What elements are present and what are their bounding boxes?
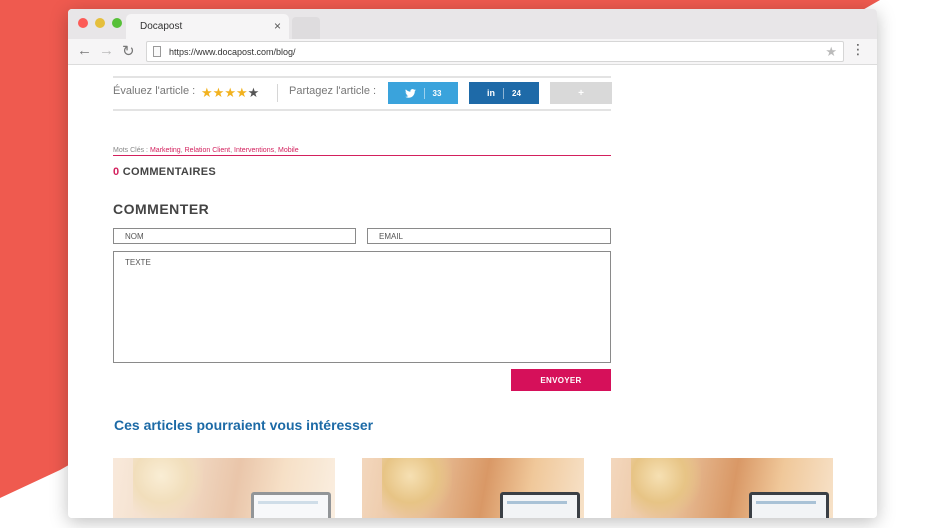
keyword-link[interactable]: Interventions	[234, 147, 274, 154]
related-article-thumbnail[interactable]	[362, 458, 584, 518]
minimize-window-button[interactable]	[95, 18, 105, 28]
keyword-link[interactable]: Relation Client	[185, 147, 231, 154]
back-arrow-icon[interactable]: ←	[77, 42, 92, 59]
photo-detail	[631, 458, 701, 518]
comments-label: COMMENTAIRES	[122, 166, 217, 178]
send-button[interactable]: ENVOYER	[511, 369, 611, 391]
photo-detail	[382, 458, 452, 518]
maximize-window-button[interactable]	[112, 18, 122, 28]
comment-text-field[interactable]: TEXTE	[113, 251, 611, 363]
tab-title: Docapost	[140, 21, 183, 32]
name-placeholder: NOM	[125, 231, 144, 241]
browser-toolbar: ← → ↻ https://www.docapost.com/blog/ ★ ⋮	[68, 39, 877, 65]
star-icon[interactable]: ★	[224, 85, 236, 100]
divider	[113, 76, 611, 78]
address-bar[interactable]: https://www.docapost.com/blog/ ★	[146, 41, 844, 62]
related-article-thumbnail[interactable]	[611, 458, 833, 518]
name-field[interactable]: NOM	[113, 228, 356, 244]
laptop-image	[251, 492, 331, 518]
close-icon[interactable]: ×	[274, 19, 281, 33]
email-field[interactable]: EMAIL	[367, 228, 611, 244]
reload-icon[interactable]: ↻	[122, 42, 135, 60]
comment-form-title: COMMENTER	[113, 201, 210, 217]
window-controls	[78, 18, 122, 28]
divider	[113, 155, 611, 156]
keyword-link[interactable]: Marketing	[150, 147, 181, 154]
star-icon[interactable]: ★	[236, 85, 248, 100]
laptop-image	[749, 492, 829, 518]
text-placeholder: TEXTE	[125, 258, 151, 267]
page-icon	[153, 46, 161, 57]
divider	[113, 109, 611, 111]
page-content: Évaluez l'article : ★★★★★ Partagez l'art…	[68, 65, 877, 518]
star-icon[interactable]: ★	[201, 85, 213, 100]
plus-icon: +	[578, 87, 584, 99]
comments-count: 0 COMMENTAIRES	[113, 166, 216, 178]
related-articles-title: Ces articles pourraient vous intéresser	[114, 417, 374, 433]
related-article-thumbnail[interactable]	[113, 458, 335, 518]
comments-number: 0	[113, 166, 120, 178]
keyword-link[interactable]: Mobile	[278, 147, 299, 154]
divider	[423, 87, 425, 99]
linkedin-icon: in	[487, 88, 496, 98]
star-icon[interactable]: ★	[248, 85, 260, 100]
browser-window: Docapost × ← → ↻ https://www.docapost.co…	[68, 9, 877, 518]
tab-docapost[interactable]: Docapost ×	[126, 14, 289, 39]
rating-label: Évaluez l'article :	[113, 85, 196, 97]
tab-bar: Docapost ×	[68, 9, 877, 39]
keywords-label: Mots Clés :	[113, 147, 149, 154]
close-window-button[interactable]	[78, 18, 88, 28]
twitter-share-count: 33	[432, 88, 442, 98]
menu-kebab-icon[interactable]: ⋮	[851, 42, 865, 56]
bookmark-star-icon[interactable]: ★	[825, 44, 837, 60]
forward-arrow-icon[interactable]: →	[99, 42, 114, 59]
star-icon[interactable]: ★	[213, 85, 225, 100]
rating-stars[interactable]: ★★★★★	[201, 85, 259, 101]
twitter-icon	[404, 88, 416, 98]
new-tab-button[interactable]	[292, 17, 320, 39]
photo-detail	[133, 458, 203, 518]
keywords: Mots Clés : Marketing, Relation Client, …	[113, 147, 299, 154]
laptop-image	[500, 492, 580, 518]
twitter-share-button[interactable]: 33	[388, 82, 458, 104]
more-share-button[interactable]: +	[550, 82, 612, 104]
email-placeholder: EMAIL	[379, 231, 404, 241]
linkedin-share-count: 24	[512, 88, 521, 98]
divider	[503, 87, 505, 99]
linkedin-share-button[interactable]: in 24	[469, 82, 539, 104]
url-text: https://www.docapost.com/blog/	[169, 46, 296, 57]
divider	[277, 84, 278, 102]
share-label: Partagez l'article :	[289, 85, 377, 97]
